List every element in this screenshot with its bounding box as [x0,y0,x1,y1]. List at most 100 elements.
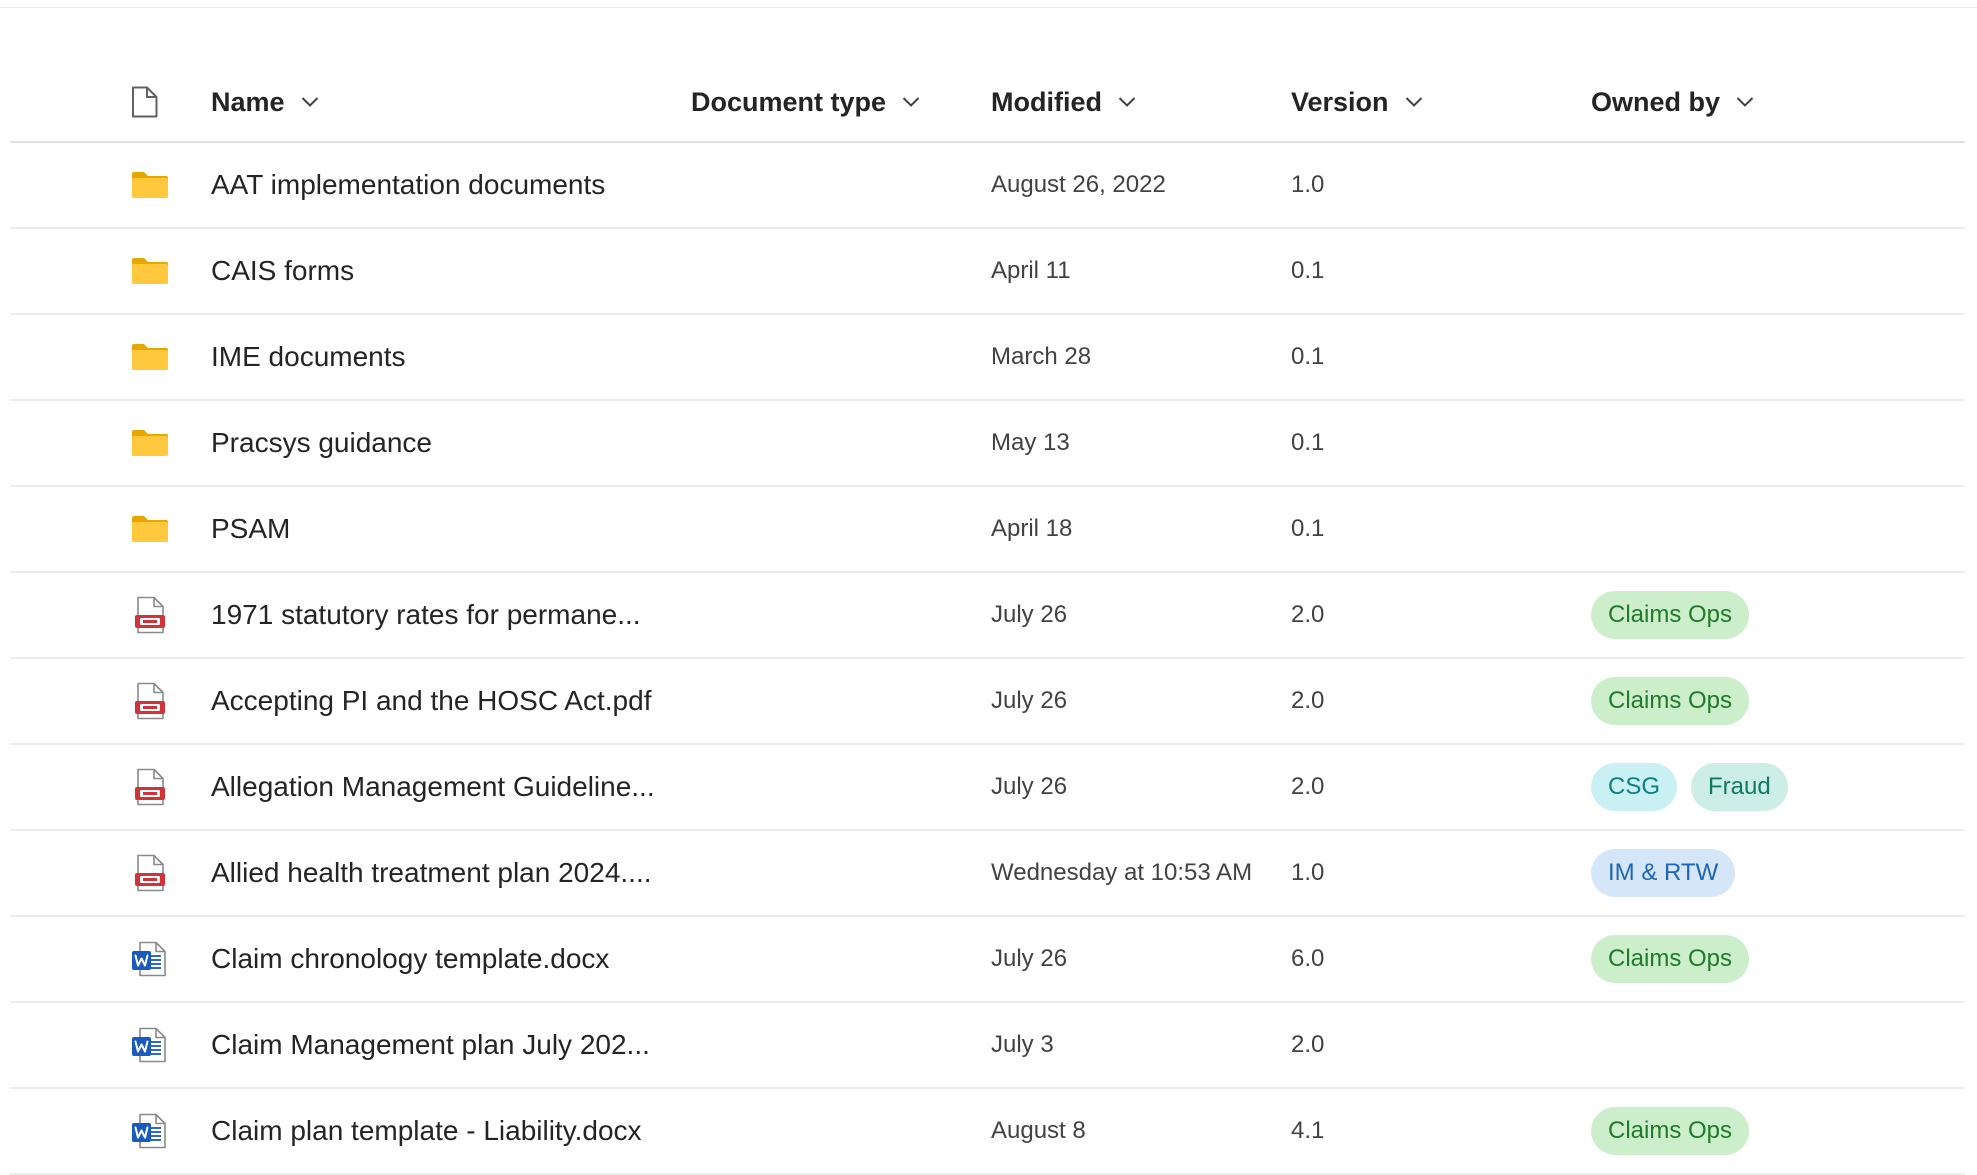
version-column-header[interactable]: Version [1291,63,1571,141]
name-cell: AAT implementation documents [211,143,671,227]
file-name-link[interactable]: 1971 statutory rates for permane... [211,599,641,631]
name-cell: Claim chronology template.docx [211,917,671,1001]
table-row[interactable]: Claim Management plan July 202... July 3 2… [10,1003,1965,1089]
name-cell: Pracsys guidance [211,401,671,485]
table-row[interactable]: 1971 statutory rates for permane... July … [10,573,1965,659]
folder-icon [130,251,170,291]
table-row[interactable]: Claim plan template - Liability.docx Augu… [10,1089,1965,1175]
version-value: 2.0 [1291,601,1325,628]
owned-by-header-label: Owned by [1591,86,1721,117]
owned-by-cell: CSG Fraud [1591,745,1961,829]
file-type-cell [130,315,190,399]
modified-date: August 26, 2022 [991,171,1166,198]
owner-tag[interactable]: Claims Ops [1591,1107,1750,1155]
file-type-cell [130,401,190,485]
modified-date: July 3 [991,1031,1054,1058]
owner-tag[interactable]: CSG [1591,763,1678,811]
version-cell: 4.1 [1291,1089,1571,1173]
owned-by-cell: IM & RTW [1591,831,1961,915]
file-type-column-header[interactable] [130,63,190,141]
file-type-cell [130,573,190,657]
owner-tag[interactable]: Claims Ops [1591,677,1750,725]
table-row[interactable]: Allegation Management Guideline... July 2… [10,745,1965,831]
chevron-down-icon [902,97,920,107]
chevron-down-icon [301,97,318,107]
version-value: 1.0 [1291,171,1325,198]
version-value: 6.0 [1291,945,1325,972]
table-row[interactable]: CAIS forms April 11 0.1 [10,229,1965,315]
table-row[interactable]: AAT implementation documents August 26, 2… [10,143,1965,229]
word-icon [130,1025,170,1065]
file-type-cell [130,229,190,313]
file-name-link[interactable]: Pracsys guidance [211,427,432,459]
owned-by-cell [1591,1003,1961,1087]
file-name-link[interactable]: Accepting PI and the HOSC Act.pdf [211,685,651,717]
modified-date: July 26 [991,601,1068,628]
version-value: 1.0 [1291,859,1325,886]
version-header-label: Version [1291,86,1389,117]
owned-by-cell: Claims Ops [1591,917,1961,1001]
pdf-icon [130,853,170,893]
file-name-link[interactable]: CAIS forms [211,255,354,287]
document-type-column-header[interactable]: Document type [691,63,981,141]
file-name-link[interactable]: Allegation Management Guideline... [211,771,655,803]
file-name-link[interactable]: Allied health treatment plan 2024.... [211,857,652,889]
version-cell: 0.1 [1291,401,1571,485]
modified-date: July 26 [991,773,1068,800]
modified-date: August 8 [991,1117,1086,1144]
modified-date: April 11 [991,257,1071,284]
modified-date: July 26 [991,687,1068,714]
modified-cell: Wednesday at 10:53 AM [991,831,1281,915]
table-row[interactable]: Claim chronology template.docx July 26 6.0… [10,917,1965,1003]
owner-tag[interactable]: Claims Ops [1591,935,1750,983]
chevron-down-icon [1736,97,1754,107]
document-type-cell [691,1089,981,1173]
version-value: 0.1 [1291,429,1325,456]
version-cell: 0.1 [1291,315,1571,399]
owner-tag[interactable]: Claims Ops [1591,591,1750,639]
version-value: 0.1 [1291,343,1325,370]
document-type-cell [691,1003,981,1087]
table-row[interactable]: IME documents March 28 0.1 [10,315,1965,401]
owned-by-cell [1591,401,1961,485]
document-type-cell [691,917,981,1001]
file-name-link[interactable]: IME documents [211,341,406,373]
file-type-cell [130,659,190,743]
file-name-link[interactable]: AAT implementation documents [211,169,605,201]
file-type-cell [130,1089,190,1173]
chevron-down-icon [1405,97,1422,107]
table-row[interactable]: Accepting PI and the HOSC Act.pdf July 26… [10,659,1965,745]
name-cell: 1971 statutory rates for permane... [211,573,671,657]
table-row[interactable]: Allied health treatment plan 2024.... Wed… [10,831,1965,917]
file-type-cell [130,831,190,915]
version-value: 4.1 [1291,1117,1325,1144]
modified-cell: March 28 [991,315,1281,399]
modified-cell: July 26 [991,659,1281,743]
modified-cell: August 8 [991,1089,1281,1173]
modified-date: March 28 [991,343,1092,370]
top-divider [0,7,1977,8]
file-name-link[interactable]: PSAM [211,513,290,545]
table-row[interactable]: PSAM April 18 0.1 [10,487,1965,573]
file-name-link[interactable]: Claim chronology template.docx [211,943,609,975]
file-name-link[interactable]: Claim plan template - Liability.docx [211,1115,642,1147]
file-name-link[interactable]: Claim Management plan July 202... [211,1029,650,1061]
owner-tag[interactable]: Fraud [1691,763,1788,811]
version-cell: 6.0 [1291,917,1571,1001]
owner-tag[interactable]: IM & RTW [1591,849,1736,897]
name-cell: Accepting PI and the HOSC Act.pdf [211,659,671,743]
document-type-cell [691,659,981,743]
name-column-header[interactable]: Name [211,63,671,141]
owned-by-column-header[interactable]: Owned by [1591,63,1961,141]
name-cell: Claim plan template - Liability.docx [211,1089,671,1173]
document-type-cell [691,487,981,571]
modified-cell: July 26 [991,745,1281,829]
modified-cell: July 3 [991,1003,1281,1087]
modified-column-header[interactable]: Modified [991,63,1281,141]
owned-by-cell [1591,229,1961,313]
modified-date: Wednesday at 10:53 AM [991,859,1253,886]
table-row[interactable]: Pracsys guidance May 13 0.1 [10,401,1965,487]
name-cell: Allegation Management Guideline... [211,745,671,829]
folder-icon [130,165,170,205]
version-cell: 1.0 [1291,831,1571,915]
